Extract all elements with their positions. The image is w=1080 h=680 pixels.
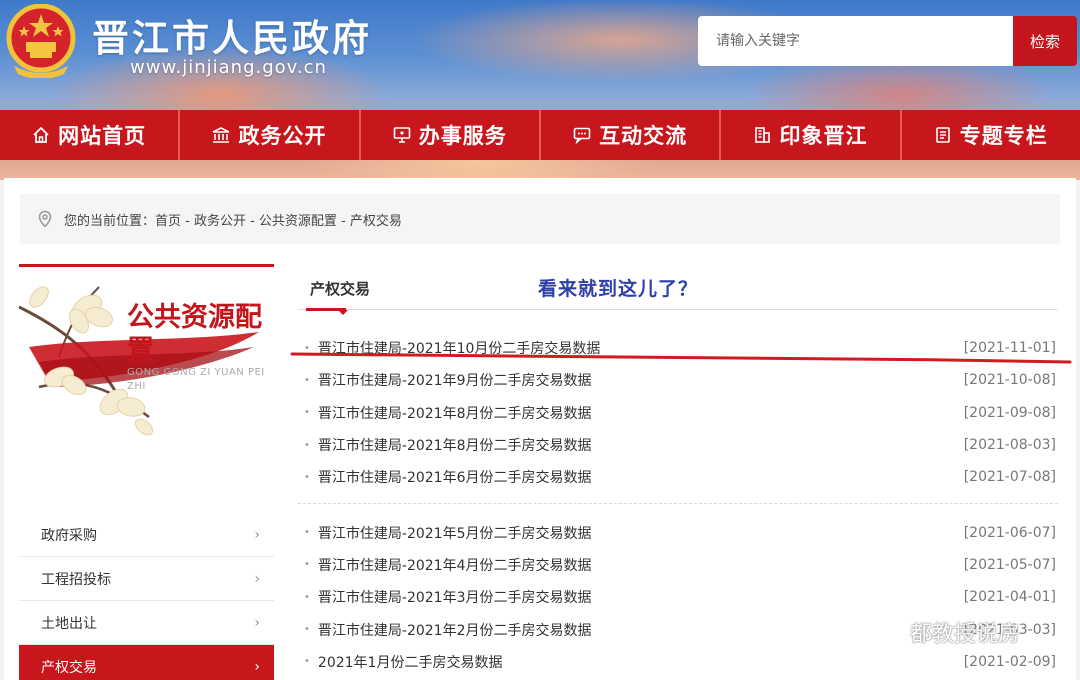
list-item-date: [2021-08-03] [963, 437, 1056, 454]
sidebar-banner-title: 公共资源配置 [127, 302, 262, 366]
sidebar-banner: 公共资源配置 GONG GONG ZI YUAN PEI ZHI [19, 267, 274, 507]
national-emblem-icon [6, 4, 76, 78]
breadcrumb: 您的当前位置：首页 - 政务公开 - 公共资源配置 - 产权交易 [20, 194, 1060, 244]
annotation-text: 看来就到这儿了？ [538, 278, 699, 300]
nav-label: 印象晋江 [779, 124, 868, 148]
nav-label: 互动交流 [599, 124, 688, 148]
list-item[interactable]: • 晋江市住建局-2021年5月份二手房交易数据 [2021-06-07] [298, 516, 1058, 548]
chat-icon [573, 127, 591, 144]
sidebar-item-land[interactable]: 土地出让 › [19, 601, 274, 645]
list-item-date: [2021-06-07] [963, 524, 1056, 541]
list-item-title[interactable]: 晋江市住建局-2021年5月份二手房交易数据 [318, 523, 592, 543]
list-item[interactable]: • 晋江市住建局-2021年8月份二手房交易数据 [2021-09-08] [298, 397, 1058, 429]
search-input[interactable] [698, 16, 1014, 66]
nav-item-interaction[interactable]: 互动交流 [541, 110, 722, 160]
list-item-date: [2021-10-08] [963, 372, 1056, 389]
nav-label: 政务公开 [238, 124, 327, 148]
bullet-icon: • [304, 591, 310, 603]
sidebar-banner-pinyin: GONG GONG ZI YUAN PEI ZHI [127, 367, 265, 392]
list-item-title[interactable]: 晋江市住建局-2021年8月份二手房交易数据 [318, 403, 592, 423]
list-item[interactable]: • 晋江市住建局-2021年6月份二手房交易数据 [2021-07-08] [298, 461, 1058, 493]
list-item-title[interactable]: 2021年1月份二手房交易数据 [318, 652, 503, 672]
bullet-icon: • [304, 439, 310, 451]
list-item[interactable]: • 晋江市住建局-2021年8月份二手房交易数据 [2021-08-03] [298, 429, 1058, 461]
red-underline-annotation [290, 352, 1072, 364]
list-item-title[interactable]: 晋江市住建局-2021年6月份二手房交易数据 [318, 467, 592, 487]
sidebar-item-property-trading[interactable]: 产权交易 › [19, 645, 274, 680]
bullet-icon: • [304, 624, 310, 636]
tab-property-trading[interactable]: 产权交易 [310, 278, 370, 299]
main-nav: 网站首页 政务公开 办事服务 互动交流 印象晋江 专题专栏 [0, 110, 1080, 160]
sidebar-item-procurement[interactable]: 政府采购 › [19, 513, 274, 557]
nav-item-services[interactable]: 办事服务 [361, 110, 541, 160]
chevron-right-icon: › [254, 614, 260, 631]
list-item[interactable]: • 晋江市住建局-2021年9月份二手房交易数据 [2021-10-08] [298, 364, 1058, 396]
bank-icon [213, 127, 230, 143]
list-item[interactable]: • 晋江市住建局-2021年4月份二手房交易数据 [2021-05-07] [298, 549, 1058, 581]
bullet-icon: • [304, 527, 310, 539]
nav-label: 办事服务 [418, 124, 507, 148]
list-item-date: [2021-09-08] [963, 404, 1056, 421]
chevron-right-icon: › [254, 570, 260, 587]
main-content: 产权交易 看来就到这儿了？ • 晋江市住建局-2021年10月份二手房交易数据 [… [298, 264, 1058, 671]
list-item-title[interactable]: 晋江市住建局-2021年4月份二手房交易数据 [318, 555, 592, 575]
watermark: 都教授说房 [862, 616, 1020, 648]
nav-item-home[interactable]: 网站首页 [0, 110, 181, 160]
search-button[interactable]: 检索 [1013, 16, 1077, 66]
list-item-title[interactable]: 晋江市住建局-2021年2月份二手房交易数据 [318, 620, 592, 640]
list-item-date: [2021-07-08] [963, 469, 1056, 486]
nav-item-gov-affairs[interactable]: 政务公开 [180, 110, 361, 160]
bullet-icon: • [304, 559, 310, 571]
content-panel: 您的当前位置：首页 - 政务公开 - 公共资源配置 - 产权交易 公共资源配置 … [4, 178, 1076, 680]
nav-item-impression[interactable]: 印象晋江 [721, 110, 902, 160]
sidebar-item-label: 工程招投标 [41, 571, 111, 588]
bullet-icon: • [304, 374, 310, 386]
bullet-icon: • [304, 656, 310, 668]
bullet-icon: • [304, 407, 310, 419]
tab-bar: 产权交易 看来就到这儿了？ [298, 264, 1058, 315]
list-item-title[interactable]: 晋江市住建局-2021年3月份二手房交易数据 [318, 587, 592, 607]
list-item-title[interactable]: 晋江市住建局-2021年8月份二手房交易数据 [318, 435, 592, 455]
list-item-title[interactable]: 晋江市住建局-2021年9月份二手房交易数据 [318, 370, 592, 390]
list-item[interactable]: • 2021年1月份二手房交易数据 [2021-02-09] [298, 646, 1058, 678]
watermark-text: 都教授说房 [910, 622, 1021, 647]
building-icon [755, 127, 771, 143]
list-divider [298, 503, 1058, 505]
list-item-date: [2021-02-09] [963, 653, 1056, 670]
chevron-right-icon: › [254, 526, 260, 543]
location-pin-icon [38, 210, 52, 228]
sidebar-item-bidding[interactable]: 工程招投标 › [19, 557, 274, 601]
bullet-icon: • [304, 471, 310, 483]
monitor-icon [393, 127, 411, 143]
sidebar: 公共资源配置 GONG GONG ZI YUAN PEI ZHI 政府采购 › … [19, 264, 274, 680]
tab-caret-icon [338, 310, 348, 315]
nav-label: 专题专栏 [959, 124, 1048, 148]
site-url: www.jinjiang.gov.cn [130, 57, 327, 78]
site-title: 晋江市人民政府 [92, 17, 372, 60]
nav-item-topics[interactable]: 专题专栏 [902, 110, 1080, 160]
sidebar-item-label: 产权交易 [41, 660, 97, 676]
chevron-right-icon: › [254, 659, 260, 675]
sidebar-item-label: 政府采购 [41, 527, 97, 544]
wechat-logo-icon [863, 619, 900, 645]
nav-label: 网站首页 [58, 124, 147, 148]
home-icon [33, 126, 49, 143]
list-item-date: [2021-05-07] [963, 556, 1056, 573]
list-item[interactable]: • 晋江市住建局-2021年3月份二手房交易数据 [2021-04-01] [298, 581, 1058, 613]
sidebar-item-label: 土地出让 [41, 615, 97, 632]
document-icon [935, 127, 950, 143]
sidebar-list: 政府采购 › 工程招投标 › 土地出让 › 产权交易 › [19, 513, 274, 680]
list-item-date: [2021-04-01] [963, 589, 1056, 606]
breadcrumb-text: 您的当前位置：首页 - 政务公开 - 公共资源配置 - 产权交易 [64, 213, 402, 229]
